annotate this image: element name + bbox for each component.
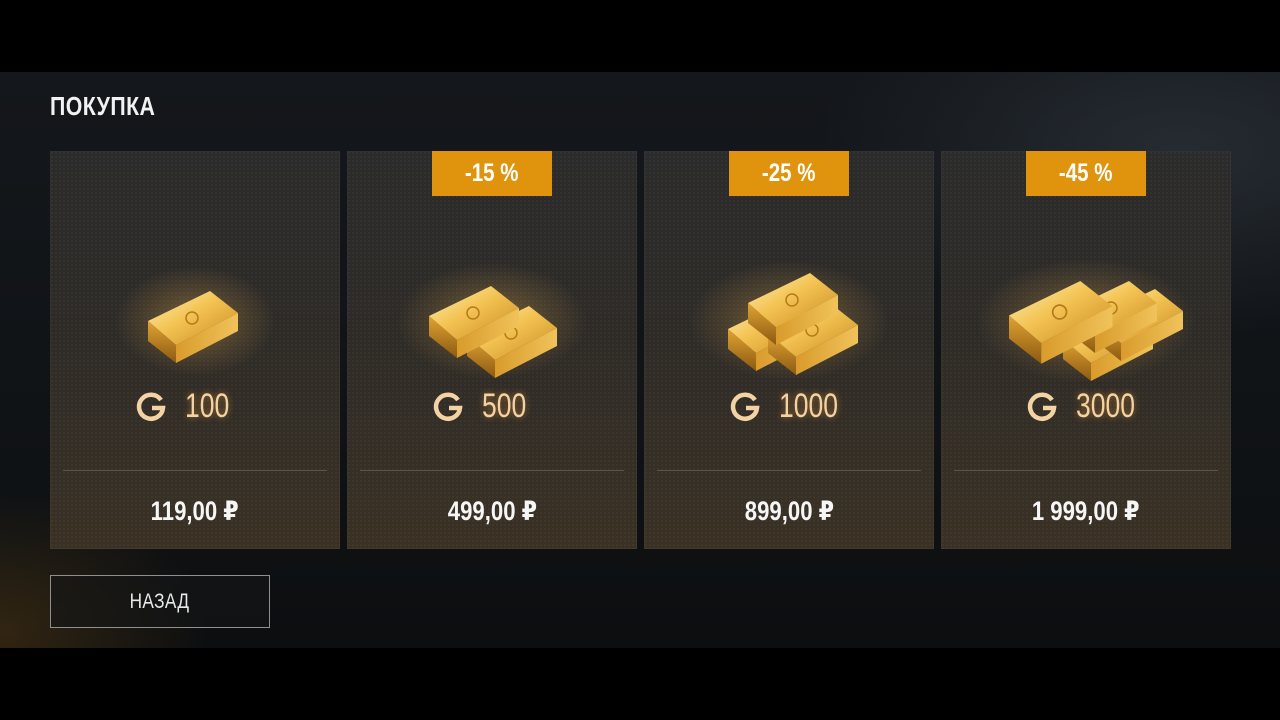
gold-amount: 100 — [50, 383, 340, 429]
gold-pack-card-3000[interactable]: -45 % 3000 1 999,00 ₽ — [941, 151, 1231, 549]
price-label: 119,00 ₽ — [150, 495, 240, 526]
gold-amount-value: 500 — [482, 386, 527, 425]
price-label: 1 999,00 ₽ — [1032, 495, 1140, 526]
gold-pack-card-100[interactable]: 100 119,00 ₽ — [50, 151, 340, 549]
discount-badge: -15 % — [432, 151, 552, 196]
gold-pack-card-1000[interactable]: -25 % 1000 899,00 ₽ — [644, 151, 934, 549]
gold-amount-value: 1000 — [779, 386, 838, 425]
gold-pack-card-500[interactable]: -15 % 500 499,00 ₽ — [347, 151, 637, 549]
divider — [360, 470, 624, 471]
discount-badge: -25 % — [729, 151, 849, 196]
gold-amount: 1000 — [644, 383, 934, 429]
gold-bars-icon — [397, 263, 587, 379]
gold-amount-value: 100 — [185, 386, 230, 425]
gold-amount: 3000 — [941, 383, 1231, 429]
gold-coin-g-icon — [136, 392, 166, 421]
gold-coin-g-icon — [433, 392, 463, 421]
gold-coin-g-icon — [730, 392, 760, 421]
game-screen: ПОКУПКА 100 119,00 ₽ -15 % 500 499,00 ₽ … — [0, 0, 1280, 720]
gold-bars-pile-icon — [976, 259, 1196, 381]
gold-coin-g-icon — [1027, 392, 1057, 421]
back-button[interactable]: НАЗАД — [50, 575, 270, 628]
gold-bar-icon — [115, 266, 275, 376]
gold-bars-stack-icon — [689, 261, 889, 381]
price-label: 499,00 ₽ — [447, 495, 537, 526]
price-label: 899,00 ₽ — [744, 495, 834, 526]
page-title: ПОКУПКА — [50, 91, 156, 121]
divider — [657, 470, 921, 471]
gold-amount: 500 — [347, 383, 637, 429]
discount-badge: -45 % — [1026, 151, 1146, 196]
divider — [954, 470, 1218, 471]
back-button-label: НАЗАД — [130, 589, 190, 613]
gold-amount-value: 3000 — [1076, 386, 1135, 425]
divider — [63, 470, 327, 471]
